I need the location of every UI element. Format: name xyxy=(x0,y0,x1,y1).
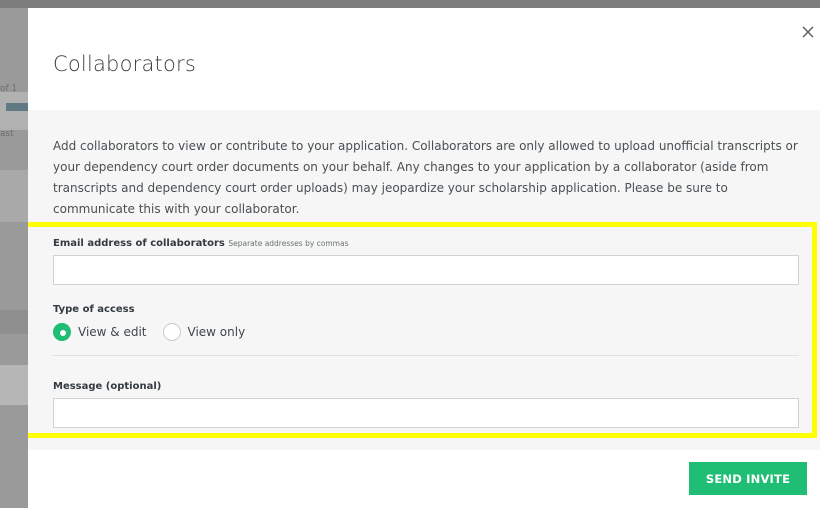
collaborators-modal: Collaborators Add collaborators to view … xyxy=(28,8,820,508)
access-radio-group: View & edit View only xyxy=(53,322,261,342)
background-band xyxy=(0,365,28,405)
radio-view-only[interactable]: View only xyxy=(162,323,246,341)
send-invite-button[interactable]: SEND INVITE xyxy=(689,462,807,495)
message-label: Message (optional) xyxy=(53,381,162,392)
email-hint: Separate addresses by commas xyxy=(228,239,349,248)
email-label: Email address of collaborators Separate … xyxy=(53,238,348,249)
radio-view-only-label: View only xyxy=(187,325,246,339)
modal-body: Add collaborators to view or contribute … xyxy=(28,110,820,450)
background-accent-bar xyxy=(6,103,28,111)
background-text-fragment: ast xyxy=(0,129,14,139)
close-button[interactable] xyxy=(798,22,818,42)
modal-header: Collaborators xyxy=(28,8,820,110)
background-top-bar xyxy=(0,0,820,8)
email-label-text: Email address of collaborators xyxy=(53,238,225,249)
intro-text: Add collaborators to view or contribute … xyxy=(53,139,798,216)
background-band xyxy=(0,170,28,222)
email-field[interactable] xyxy=(53,255,799,285)
radio-view-edit-label: View & edit xyxy=(78,325,147,339)
radio-checked-icon xyxy=(53,323,71,341)
modal-title: Collaborators xyxy=(53,52,196,76)
background-text-fragment: of 1 xyxy=(0,84,18,94)
message-field[interactable] xyxy=(53,398,799,428)
close-icon xyxy=(802,26,814,38)
section-divider xyxy=(53,355,799,356)
background-band xyxy=(0,310,28,334)
background-band xyxy=(0,92,28,130)
radio-unchecked-icon xyxy=(162,323,181,341)
access-label: Type of access xyxy=(53,304,135,315)
radio-view-edit[interactable]: View & edit xyxy=(53,323,147,341)
modal-footer: SEND INVITE xyxy=(28,450,820,508)
